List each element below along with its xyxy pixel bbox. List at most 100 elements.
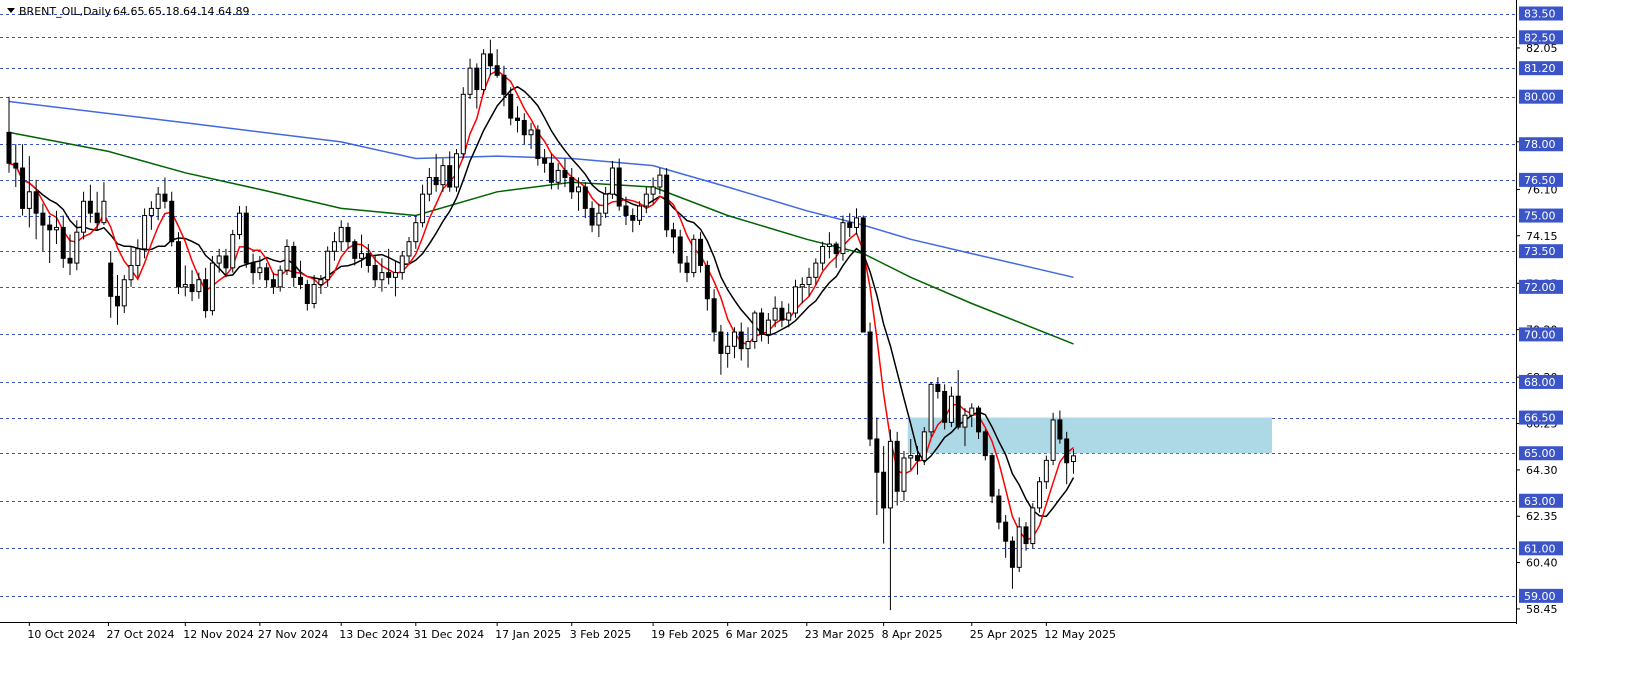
candle-body-bull xyxy=(657,174,663,188)
candle-body-bear xyxy=(779,307,785,321)
candle-body-bear xyxy=(60,226,66,259)
price-level-label: 68.00 xyxy=(1524,376,1556,389)
candle-body-bear xyxy=(291,245,297,278)
candle-body-bear xyxy=(562,169,568,179)
candle-body-bull xyxy=(392,272,398,278)
candle-body-bear xyxy=(501,74,507,95)
candle-body-bull xyxy=(840,222,846,255)
price-level-label: 83.50 xyxy=(1524,8,1556,21)
candle-body-bull xyxy=(813,262,819,278)
candle-body-bear xyxy=(264,267,270,281)
candle-body-bull xyxy=(691,238,697,274)
date-tick-label: 19 Feb 2025 xyxy=(651,628,719,641)
candle xyxy=(1037,477,1043,513)
candle-body-bear xyxy=(176,241,181,288)
candle-body-bear xyxy=(548,162,554,183)
candle-body-bear xyxy=(982,431,988,457)
candle-body-bull xyxy=(155,193,161,209)
candle-body-bull xyxy=(772,307,778,321)
candle-body-bear xyxy=(1003,521,1009,542)
candle-body-bear xyxy=(474,67,480,91)
price-level-label: 59.00 xyxy=(1524,590,1556,603)
price-level-label: 78.00 xyxy=(1524,138,1556,151)
candle-body-bear xyxy=(542,158,548,164)
candle xyxy=(481,49,487,95)
candle-body-bull xyxy=(481,53,487,91)
candle-body-bull xyxy=(128,264,134,281)
candle-body-bull xyxy=(765,319,771,335)
candle-body-bear xyxy=(250,262,256,274)
candle-body-bear xyxy=(1009,540,1015,568)
candle-body-bear xyxy=(589,207,595,226)
date-tick-label: 25 Apr 2025 xyxy=(970,628,1038,641)
candle-body-bull xyxy=(460,93,466,155)
price-level-label: 73.50 xyxy=(1524,245,1556,258)
candle-body-bull xyxy=(277,269,283,288)
candle-body-bull xyxy=(1043,459,1049,483)
candle-body-bull xyxy=(230,234,236,269)
candle xyxy=(867,322,873,447)
price-level-label: 76.50 xyxy=(1524,174,1556,187)
candle-body-bear xyxy=(94,212,100,224)
candle-body-bull xyxy=(745,341,751,350)
candle-body-bear xyxy=(223,255,229,269)
candle xyxy=(1050,412,1056,466)
candle-body-bull xyxy=(609,167,615,195)
candle-body-bull xyxy=(528,129,534,136)
candle-body-bull xyxy=(1037,481,1043,509)
candle-body-bull xyxy=(379,272,385,281)
candle-body-bear xyxy=(996,495,1002,523)
candle-body-bear xyxy=(881,471,887,509)
candle-body-bear xyxy=(162,193,168,202)
candle xyxy=(1030,503,1036,549)
chart-canvas: 82.0578.1076.1074.1572.1570.2068.2066.25… xyxy=(0,0,1651,682)
candle-body-bull xyxy=(53,226,59,231)
candle-body-bear xyxy=(1023,526,1029,545)
candle-body-bull xyxy=(196,279,202,293)
candle-body-bear xyxy=(298,276,304,285)
candle-body-bear xyxy=(487,53,493,67)
candle xyxy=(921,427,927,466)
candle-body-bull xyxy=(921,431,927,461)
candlestick-chart: 82.0578.1076.1074.1572.1570.2068.2066.25… xyxy=(0,0,1651,682)
candle-body-bull xyxy=(399,255,405,274)
price-level-label: 72.00 xyxy=(1524,281,1556,294)
candle-body-bull xyxy=(413,222,419,243)
candle-body-bull xyxy=(1016,526,1022,568)
price-level-label: 65.00 xyxy=(1524,447,1556,460)
candle-body-bull xyxy=(637,205,643,221)
axis-tick-label: 60.40 xyxy=(1526,557,1558,570)
candle-body-bull xyxy=(135,248,141,266)
candle-body-bear xyxy=(711,298,717,333)
candle-body-bear xyxy=(942,390,948,423)
candle-body-bear xyxy=(87,200,93,214)
candle xyxy=(243,206,249,268)
candle-body-bear xyxy=(867,331,873,440)
candle-body-bull xyxy=(331,241,337,252)
candle-body-bull xyxy=(338,226,344,243)
symbol-label: BRENT_OIL,Daily xyxy=(19,5,111,18)
axis-tick-label: 62.35 xyxy=(1526,510,1558,523)
candle-body-bear xyxy=(569,177,575,193)
candle-body-bear xyxy=(20,167,26,209)
candle-body-bull xyxy=(725,345,731,354)
candle-body-bull xyxy=(406,241,412,257)
candle-body-bull xyxy=(1050,419,1056,461)
candle-body-bull xyxy=(928,383,934,433)
candle-body-bull xyxy=(318,279,324,285)
candle-body-bear xyxy=(13,162,19,169)
candle-body-bear xyxy=(345,226,351,243)
date-tick-label: 12 Nov 2024 xyxy=(183,628,253,641)
candle-body-bear xyxy=(515,117,520,121)
candle-body-bull xyxy=(148,207,154,217)
candle xyxy=(691,234,697,278)
price-level-label: 82.50 xyxy=(1524,31,1556,44)
candle-body-bear xyxy=(108,262,114,297)
candle xyxy=(989,453,995,504)
candle-body-bear xyxy=(352,241,358,259)
candle-body-bull xyxy=(359,253,365,259)
candle-body-bull xyxy=(420,193,426,224)
candle-body-bear xyxy=(582,186,588,209)
candle-body-bear xyxy=(521,119,527,136)
candle-body-bull xyxy=(799,283,805,288)
